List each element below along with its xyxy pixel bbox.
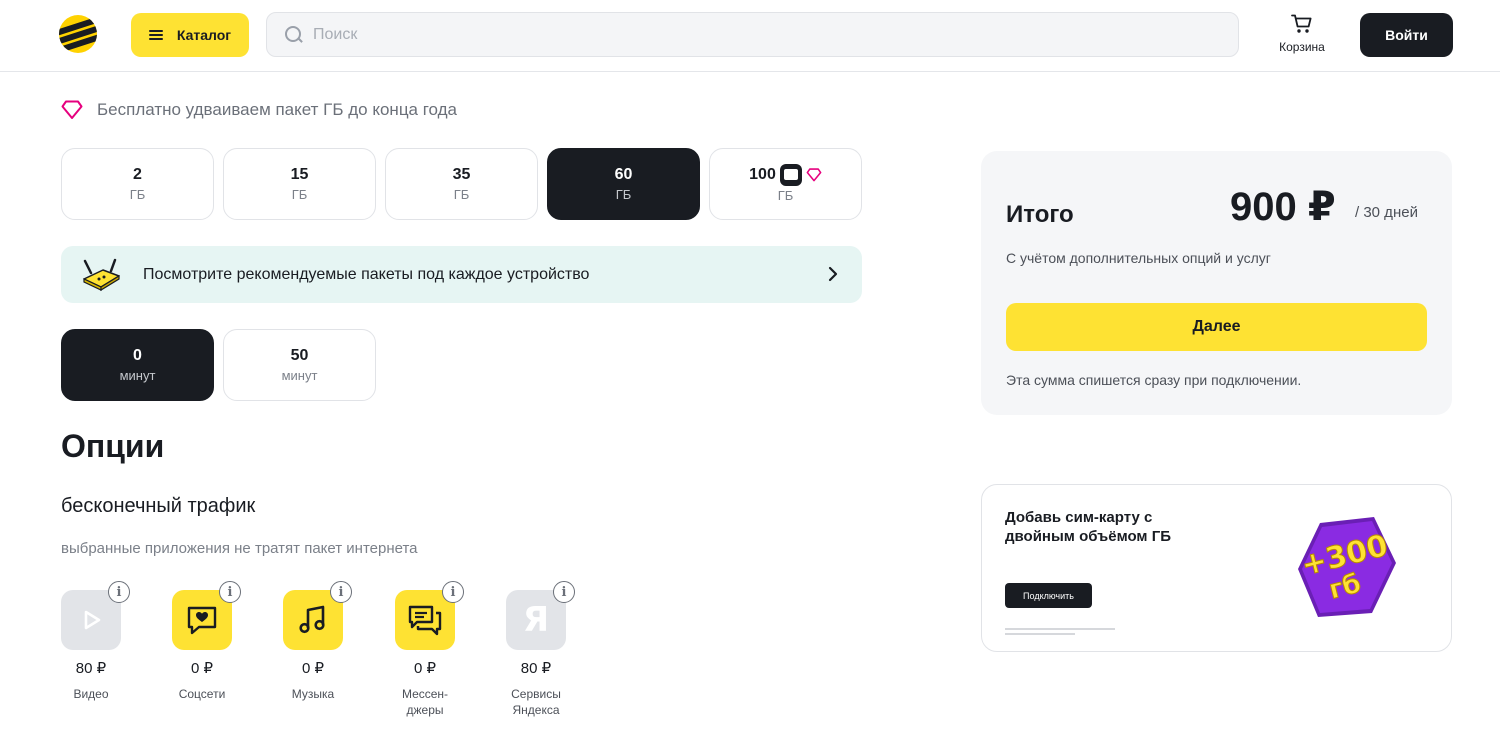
- cart-button[interactable]: Корзина: [1270, 14, 1334, 56]
- minutes-value: 50: [290, 346, 309, 364]
- header: Каталог Корзина Войти: [0, 0, 1500, 72]
- minutes-unit: минут: [281, 367, 318, 383]
- music-tile[interactable]: i: [283, 581, 352, 650]
- plus-300-gb-badge-icon: +300 гб: [1297, 517, 1396, 617]
- info-icon[interactable]: i: [219, 581, 241, 603]
- yandex-tile[interactable]: Я i: [506, 581, 575, 650]
- login-button[interactable]: Войти: [1360, 13, 1453, 57]
- video-tile[interactable]: i: [61, 581, 130, 650]
- messengers-tile[interactable]: i: [395, 581, 464, 650]
- messages-icon: [408, 605, 442, 636]
- catalog-button[interactable]: Каталог: [131, 13, 249, 57]
- gb-unit: ГБ: [453, 186, 470, 202]
- cart-icon: [1291, 14, 1312, 33]
- search-bar[interactable]: [266, 12, 1239, 57]
- diamond-icon: [61, 100, 83, 119]
- social-tile[interactable]: i: [172, 581, 241, 650]
- app-option-yandex[interactable]: Я i 80 ₽ Сервисы Яндекса: [496, 581, 576, 718]
- gb-unit: ГБ: [615, 186, 632, 202]
- gb-value: 60: [614, 165, 633, 183]
- video-play-icon: [84, 610, 101, 630]
- gb-unit: ГБ: [777, 187, 794, 203]
- gb-option-15[interactable]: 15 ГБ: [223, 148, 376, 220]
- app-price: 0 ₽: [413, 660, 437, 677]
- gb-unit: ГБ: [129, 186, 146, 202]
- cart-label: Корзина: [1279, 40, 1325, 54]
- minutes-option-50[interactable]: 50 минут: [223, 329, 376, 401]
- app-price: 0 ₽: [301, 660, 325, 677]
- gb-value: 35: [452, 165, 471, 183]
- app-price: 80 ₽: [75, 660, 107, 677]
- summary-footer-note: Эта сумма спишется сразу при подключении…: [1006, 372, 1302, 388]
- promo-text: Бесплатно удваиваем пакет ГБ до конца го…: [97, 100, 458, 119]
- app-name: Сервисы Яндекса: [511, 687, 561, 717]
- ad-title: Добавь сим-карту с двойным объёмом ГБ: [1005, 509, 1171, 545]
- promo-line: Бесплатно удваиваем пакет ГБ до конца го…: [61, 100, 457, 120]
- diamond-icon: [806, 167, 822, 181]
- app-name: Соцсети: [178, 687, 226, 701]
- router-badge-icon: [779, 163, 802, 186]
- options-heading: Опции: [61, 428, 165, 464]
- sim-card-ad-banner[interactable]: Добавь сим-карту с двойным объёмом ГБ По…: [981, 484, 1452, 652]
- ad-disclaimer: [1005, 628, 1145, 635]
- app-name: Музыка: [291, 687, 335, 701]
- app-price: 0 ₽: [190, 660, 214, 677]
- gb-option-100[interactable]: 100 ГБ: [709, 148, 862, 220]
- gb-option-60[interactable]: 60 ГБ: [547, 148, 700, 220]
- info-icon[interactable]: i: [553, 581, 575, 603]
- unlimited-traffic-description: выбранные приложения не тратят пакет инт…: [61, 540, 418, 557]
- heart-chat-icon: [187, 606, 217, 635]
- app-option-messengers[interactable]: i 0 ₽ Мессен- джеры: [385, 581, 465, 718]
- info-icon[interactable]: i: [108, 581, 130, 603]
- gb-value: 2: [133, 165, 142, 183]
- next-button[interactable]: Далее: [1006, 303, 1427, 351]
- device-banner-text: Посмотрите рекомендуемые пакеты под кажд…: [143, 265, 590, 283]
- minutes-unit: минут: [119, 367, 156, 383]
- order-summary-card: Итого 900 ₽ / 30 дней С учётом дополните…: [981, 151, 1452, 415]
- info-icon[interactable]: i: [442, 581, 464, 603]
- menu-icon: [148, 30, 163, 40]
- summary-note: С учётом дополнительных опций и услуг: [1006, 250, 1271, 266]
- app-name: Видео: [73, 687, 109, 701]
- router-icon: [83, 258, 120, 291]
- app-price: 80 ₽: [520, 660, 552, 677]
- gb-option-35[interactable]: 35 ГБ: [385, 148, 538, 220]
- summary-price: 900 ₽: [1230, 185, 1336, 229]
- info-icon[interactable]: i: [330, 581, 352, 603]
- app-name: Мессен- джеры: [401, 687, 449, 717]
- gb-value: 100: [749, 165, 776, 183]
- gb-unit: ГБ: [291, 186, 308, 202]
- summary-title: Итого: [1006, 201, 1074, 228]
- yandex-icon: Я: [522, 600, 550, 640]
- search-icon: [285, 25, 303, 44]
- search-input[interactable]: [313, 25, 1213, 44]
- app-option-video[interactable]: i 80 ₽ Видео: [51, 581, 131, 702]
- gb-option-2[interactable]: 2 ГБ: [61, 148, 214, 220]
- beeline-logo[interactable]: [59, 15, 97, 53]
- app-option-social[interactable]: i 0 ₽ Соцсети: [162, 581, 242, 702]
- app-option-music[interactable]: i 0 ₽ Музыка: [273, 581, 353, 702]
- minutes-value: 0: [133, 346, 142, 364]
- catalog-label: Каталог: [176, 27, 232, 43]
- summary-period: / 30 дней: [1355, 204, 1418, 221]
- device-recommendation-banner[interactable]: Посмотрите рекомендуемые пакеты под кажд…: [61, 246, 862, 303]
- gb-value: 15: [290, 165, 309, 183]
- minutes-option-0[interactable]: 0 минут: [61, 329, 214, 401]
- unlimited-traffic-heading: бесконечный трафик: [61, 495, 256, 517]
- ad-connect-button[interactable]: Подключить: [1005, 583, 1092, 608]
- music-note-icon: [299, 605, 325, 634]
- chevron-right-icon: [828, 266, 838, 282]
